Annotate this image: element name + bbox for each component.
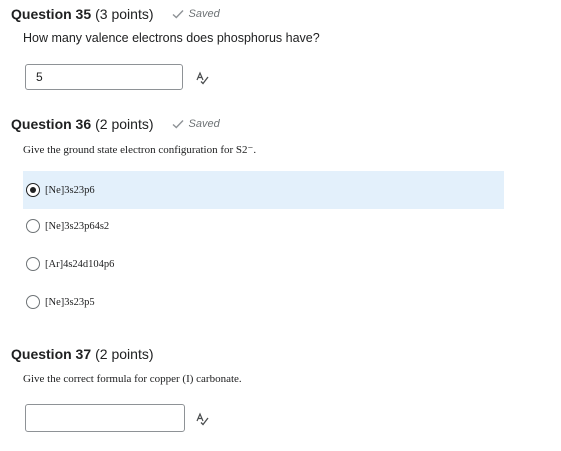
spell-check-icon[interactable] xyxy=(195,71,209,85)
saved-label: Saved xyxy=(188,118,220,130)
option-label: [Ne]3s23p6 xyxy=(45,184,95,196)
question-points: (3 points) xyxy=(95,6,154,22)
option-label: [Ar]4s24d104p6 xyxy=(45,258,115,270)
answer-option[interactable]: [Ar]4s24d104p6 xyxy=(23,245,504,283)
quiz-page: Question 35 (3 points) Saved How many va… xyxy=(0,0,561,451)
question-36-header: Question 36 (2 points) Saved xyxy=(11,114,220,134)
question-title: Question 35 xyxy=(11,6,92,22)
radio-button-selected[interactable] xyxy=(26,183,40,197)
option-label: [Ne]3s23p64s2 xyxy=(45,220,110,232)
answer-input-q35[interactable] xyxy=(25,64,183,90)
question-37-header: Question 37 (2 points) xyxy=(11,344,154,364)
checkmark-icon xyxy=(172,10,184,19)
question-points: (2 points) xyxy=(95,346,154,362)
saved-indicator: Saved xyxy=(172,8,220,20)
question-title: Question 37 xyxy=(11,346,92,362)
radio-button[interactable] xyxy=(26,257,40,271)
answer-option[interactable]: [Ne]3s23p64s2 xyxy=(23,207,504,245)
radio-button[interactable] xyxy=(26,295,40,309)
question-prompt: Give the correct formula for copper (I) … xyxy=(23,373,242,385)
saved-label: Saved xyxy=(188,8,220,20)
spell-check-icon[interactable] xyxy=(195,412,209,426)
question-prompt: Give the ground state electron configura… xyxy=(23,144,257,156)
question-prompt: How many valence electrons does phosphor… xyxy=(23,31,320,45)
checkmark-icon xyxy=(172,120,184,129)
option-label: [Ne]3s23p5 xyxy=(45,296,95,308)
question-points: (2 points) xyxy=(95,116,154,132)
answer-option[interactable]: [Ne]3s23p5 xyxy=(23,283,504,321)
question-title: Question 36 xyxy=(11,116,92,132)
answer-input-q37[interactable] xyxy=(25,404,185,432)
saved-indicator: Saved xyxy=(172,118,220,130)
answer-option[interactable]: [Ne]3s23p6 xyxy=(23,171,504,209)
radio-button[interactable] xyxy=(26,219,40,233)
question-35-header: Question 35 (3 points) Saved xyxy=(11,4,220,24)
